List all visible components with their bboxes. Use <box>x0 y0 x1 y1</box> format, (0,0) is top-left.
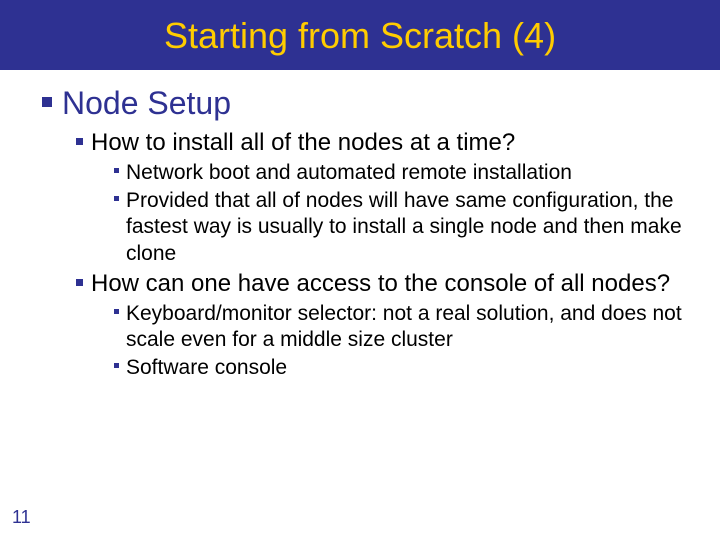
q2-item-a: Keyboard/monitor selector: not a real so… <box>126 301 690 354</box>
slide-title: Starting from Scratch (4) <box>0 16 720 56</box>
square-bullet-icon <box>114 363 119 368</box>
bullet-lvl2: How can one have access to the console o… <box>76 269 690 299</box>
title-bar: Starting from Scratch (4) <box>0 0 720 70</box>
slide: Starting from Scratch (4) Node Setup How… <box>0 0 720 540</box>
bullet-lvl3: Software console <box>114 355 690 381</box>
slide-content: Node Setup How to install all of the nod… <box>0 70 720 382</box>
bullet-lvl3: Provided that all of nodes will have sam… <box>114 188 690 267</box>
square-bullet-icon <box>114 309 119 314</box>
q1-item-b: Provided that all of nodes will have sam… <box>126 188 690 267</box>
square-bullet-icon <box>76 279 83 286</box>
heading-lvl1: Node Setup <box>42 84 690 122</box>
bullet-lvl3: Network boot and automated remote instal… <box>114 160 690 186</box>
bullet-lvl2: How to install all of the nodes at a tim… <box>76 128 690 158</box>
square-bullet-icon <box>76 138 83 145</box>
question-2: How can one have access to the console o… <box>91 269 690 299</box>
bullet-lvl3: Keyboard/monitor selector: not a real so… <box>114 301 690 354</box>
square-bullet-icon <box>114 168 119 173</box>
question-1: How to install all of the nodes at a tim… <box>91 128 690 158</box>
square-bullet-icon <box>42 97 52 107</box>
heading-text: Node Setup <box>62 85 231 121</box>
q2-item-b: Software console <box>126 355 690 381</box>
page-number: 11 <box>12 507 31 528</box>
square-bullet-icon <box>114 196 119 201</box>
q1-item-a: Network boot and automated remote instal… <box>126 160 690 186</box>
